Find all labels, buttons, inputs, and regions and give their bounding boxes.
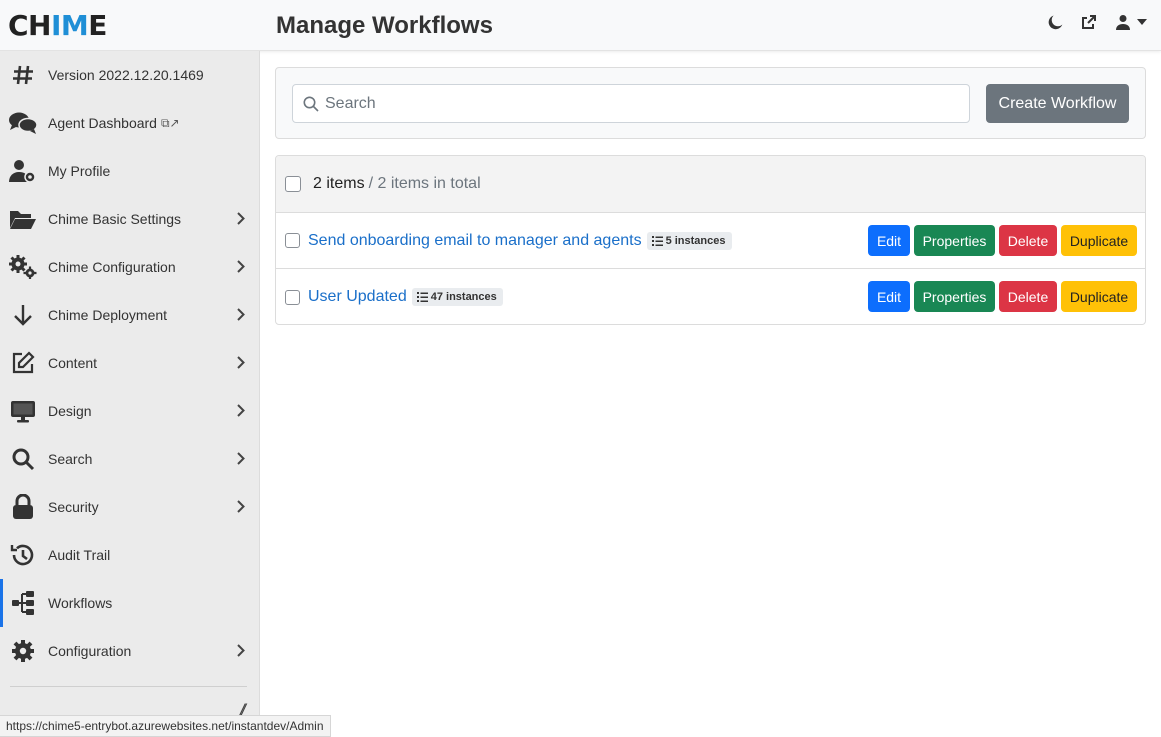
chat-bubbles-icon xyxy=(9,109,37,137)
sidebar-item-label: Chime Basic Settings xyxy=(48,211,182,227)
monitor-icon xyxy=(9,397,37,425)
sidebar-item-configuration[interactable]: Configuration xyxy=(0,627,259,675)
caret-down-icon xyxy=(1137,19,1147,25)
sidebar-item-security[interactable]: Security xyxy=(0,483,259,531)
sidebar-item-chime-deployment[interactable]: Chime Deployment xyxy=(0,291,259,339)
sitemap-icon xyxy=(9,589,37,617)
item-total: / 2 items in total xyxy=(368,175,481,192)
chevron-right-icon xyxy=(237,404,245,417)
top-bar: CHIME Manage Workflows xyxy=(0,0,1161,51)
search-input[interactable] xyxy=(325,94,925,113)
search-panel: Create Workflow xyxy=(275,67,1146,139)
table-row: Send onboarding email to manager and age… xyxy=(276,213,1145,269)
workflow-title-link[interactable]: Send onboarding email to manager and age… xyxy=(308,232,642,250)
sidebar-item-label: Security xyxy=(48,499,99,515)
chevron-right-icon xyxy=(237,452,245,465)
lock-icon xyxy=(9,493,37,521)
sidebar-item-chime-configuration[interactable]: Chime Configuration xyxy=(0,243,259,291)
search-icon xyxy=(303,96,319,112)
instances-badge[interactable]: 47 instances xyxy=(411,288,503,306)
list-ol-icon xyxy=(651,235,663,246)
chevron-right-icon xyxy=(237,356,245,369)
search-field[interactable] xyxy=(292,84,970,123)
workflow-list: 2 items / 2 items in total Send onboardi… xyxy=(275,155,1146,325)
user-icon xyxy=(1116,15,1130,30)
page-title: Manage Workflows xyxy=(276,12,493,39)
edit-button[interactable]: Edit xyxy=(868,225,910,256)
chevron-right-icon xyxy=(237,500,245,513)
edit-button[interactable]: Edit xyxy=(868,281,910,312)
sidebar-item-label: Search xyxy=(48,451,93,467)
sidebar-item-my-profile[interactable]: My Profile xyxy=(0,147,259,195)
sidebar-item-chime-basic-settings[interactable]: Chime Basic Settings xyxy=(0,195,259,243)
delete-button[interactable]: Delete xyxy=(999,281,1057,312)
row-checkbox[interactable] xyxy=(285,289,300,305)
sidebar-item-label: My Profile xyxy=(48,163,111,179)
item-count: 2 items xyxy=(313,175,365,192)
chevron-right-icon xyxy=(237,260,245,273)
chevron-right-icon xyxy=(237,308,245,321)
gear-icon xyxy=(9,637,37,665)
chevron-right-icon xyxy=(237,212,245,225)
hash-icon xyxy=(9,61,37,89)
create-workflow-button[interactable]: Create Workflow xyxy=(986,84,1129,123)
sidebar-item-label: Chime Deployment xyxy=(48,307,168,323)
folder-open-icon xyxy=(9,205,37,233)
external-link-icon[interactable] xyxy=(1081,14,1097,30)
sidebar-item-label: Agent Dashboard xyxy=(48,115,157,131)
chevron-right-icon xyxy=(237,644,245,657)
sidebar-item-label: Configuration xyxy=(48,643,132,659)
duplicate-button[interactable]: Duplicate xyxy=(1061,225,1137,256)
gears-icon xyxy=(9,253,37,281)
workflow-title-link[interactable]: User Updated xyxy=(308,288,407,306)
magnifier-icon xyxy=(9,445,37,473)
user-menu-button[interactable] xyxy=(1115,14,1147,30)
sidebar: Version 2022.12.20.1469 Agent Dashboard … xyxy=(0,51,260,737)
sidebar-item-label: Chime Configuration xyxy=(48,259,176,275)
duplicate-button[interactable]: Duplicate xyxy=(1061,281,1137,312)
sidebar-item-label: Design xyxy=(48,403,92,419)
sidebar-item-version[interactable]: Version 2022.12.20.1469 xyxy=(0,51,259,99)
sidebar-item-label: Content xyxy=(48,355,98,371)
sidebar-item-audit-trail[interactable]: Audit Trail xyxy=(0,531,259,579)
properties-button[interactable]: Properties xyxy=(914,281,995,312)
dark-mode-moon-icon[interactable] xyxy=(1048,14,1063,30)
chime-logo[interactable]: CHIME xyxy=(8,10,107,42)
edit-icon xyxy=(9,349,37,377)
list-header: 2 items / 2 items in total xyxy=(276,156,1145,213)
properties-button[interactable]: Properties xyxy=(914,225,995,256)
sidebar-item-agent-dashboard[interactable]: Agent Dashboard ⧉↗ xyxy=(0,99,259,147)
instances-badge[interactable]: 5 instances xyxy=(646,231,732,250)
history-icon xyxy=(9,541,37,569)
arrow-down-icon xyxy=(9,301,37,329)
sidebar-divider xyxy=(10,686,247,687)
sidebar-item-label: Version 2022.12.20.1469 xyxy=(48,67,204,83)
sidebar-item-content[interactable]: Content xyxy=(0,339,259,387)
delete-button[interactable]: Delete xyxy=(999,225,1057,256)
sidebar-item-design[interactable]: Design xyxy=(0,387,259,435)
table-row: User Updated 47 instances Edit Propertie… xyxy=(276,269,1145,324)
select-all-checkbox[interactable] xyxy=(285,176,301,192)
status-url-preview: https://chime5-entrybot.azurewebsites.ne… xyxy=(0,715,331,737)
user-gear-icon xyxy=(9,157,37,185)
sidebar-item-label: Audit Trail xyxy=(48,547,111,563)
list-ol-icon xyxy=(416,292,428,302)
sidebar-item-workflows[interactable]: Workflows xyxy=(0,579,259,627)
row-checkbox[interactable] xyxy=(285,233,300,248)
open-new-window-icon: ⧉↗ xyxy=(160,115,180,130)
sidebar-item-label: Workflows xyxy=(48,595,113,611)
sidebar-item-search[interactable]: Search xyxy=(0,435,259,483)
